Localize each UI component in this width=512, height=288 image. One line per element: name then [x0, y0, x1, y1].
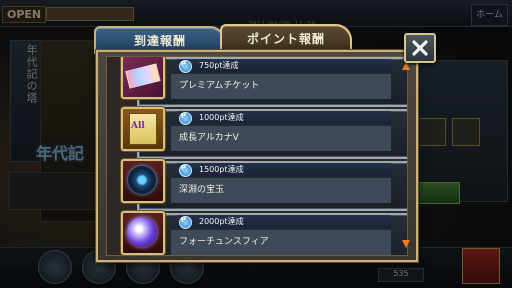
abyss-orb-icon [121, 159, 165, 203]
point-icon: P [179, 60, 192, 73]
point-icon: P [179, 164, 192, 177]
point-icon: P [179, 216, 192, 229]
fortune-sphere-icon [121, 211, 165, 255]
close-button[interactable] [404, 33, 436, 63]
point-icon: P [179, 112, 192, 125]
reward-name: プレミアムチケット [179, 81, 260, 91]
rewards-panel: P 750pt達成 プレミアムチケット All P 1000pt達成 成長アルカ… [96, 50, 418, 262]
close-icon [412, 40, 428, 56]
reward-points: 1000pt達成 [199, 113, 244, 122]
reward-name: 成長アルカナV [179, 133, 239, 143]
all-badge-label: All [131, 121, 145, 131]
reward-points: 750pt達成 [199, 61, 239, 70]
ticket-icon [121, 57, 165, 99]
scroll-up-arrow-icon[interactable] [402, 62, 410, 70]
reward-row: P 2000pt達成 フォーチュンスフィア [121, 211, 407, 255]
scroll-down-arrow-icon[interactable] [402, 240, 410, 248]
reward-row: P 1500pt達成 深淵の宝玉 [121, 159, 407, 211]
reward-points: 1500pt達成 [199, 165, 244, 174]
all-arcana-icon: All [121, 107, 165, 151]
reward-name: 深淵の宝玉 [179, 185, 225, 195]
reward-points: 2000pt達成 [199, 217, 244, 226]
rewards-list[interactable]: P 750pt達成 プレミアムチケット All P 1000pt達成 成長アルカ… [106, 56, 408, 256]
reward-row: P 750pt達成 プレミアムチケット [121, 57, 407, 107]
reward-name: フォーチュンスフィア [179, 237, 269, 247]
reward-row: All P 1000pt達成 成長アルカナV [121, 107, 407, 159]
